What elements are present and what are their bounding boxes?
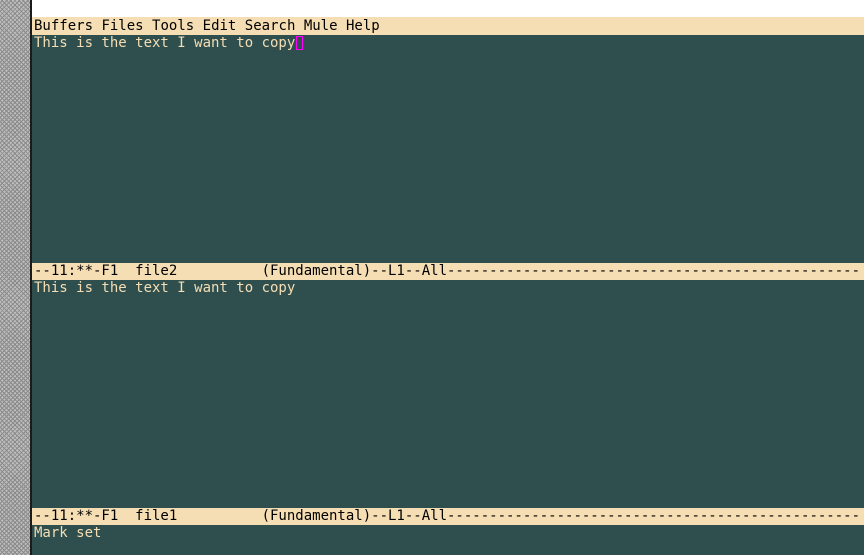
menu-tools[interactable]: Tools <box>152 18 194 34</box>
menu-edit[interactable]: Edit <box>203 18 237 34</box>
menu-buffers[interactable]: Buffers <box>34 18 93 34</box>
text-cursor <box>296 36 304 50</box>
emacs-frame: Buffers Files Tools Edit Search Mule Hel… <box>32 0 864 555</box>
menu-mule[interactable]: Mule <box>304 18 338 34</box>
menu-bar: Buffers Files Tools Edit Search Mule Hel… <box>32 17 864 35</box>
window-frame-border <box>0 0 30 555</box>
editor-window-bottom[interactable]: This is the text I want to copy <box>32 280 864 508</box>
menu-search[interactable]: Search <box>245 18 296 34</box>
title-strip <box>32 0 864 17</box>
buffer-text-line[interactable]: This is the text I want to copy <box>34 35 295 51</box>
menu-files[interactable]: Files <box>101 18 143 34</box>
menu-help[interactable]: Help <box>346 18 380 34</box>
buffer-text-line[interactable]: This is the text I want to copy <box>34 280 295 296</box>
minibuffer[interactable]: Mark set <box>32 525 864 555</box>
mode-line-bottom: --11:**-F1 file1 (Fundamental)--L1--All-… <box>32 508 864 525</box>
minibuffer-message: Mark set <box>34 525 102 541</box>
editor-window-top[interactable]: This is the text I want to copy <box>32 35 864 263</box>
mode-line-top: --11:**-F1 file2 (Fundamental)--L1--All-… <box>32 263 864 280</box>
